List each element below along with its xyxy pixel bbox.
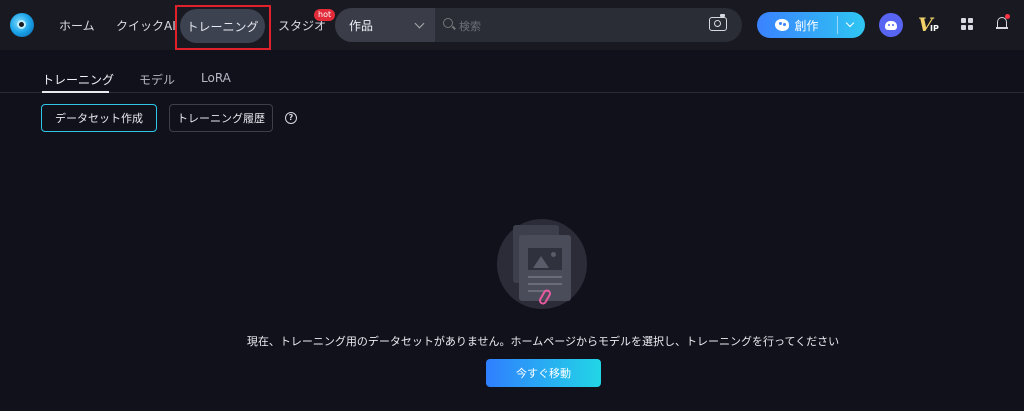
create-dataset-button[interactable]: データセット作成 bbox=[41, 104, 157, 132]
search-input[interactable] bbox=[457, 16, 701, 36]
search-icon bbox=[443, 18, 453, 28]
palette-icon bbox=[775, 19, 790, 31]
search-category-select[interactable]: 作品 bbox=[335, 8, 435, 42]
camera-icon[interactable] bbox=[709, 14, 727, 31]
sub-tabs: トレーニング モデル LoRA bbox=[0, 50, 1024, 93]
empty-state-message: 現在、トレーニング用のデータセットがありません。ホームページからモデルを選択し、… bbox=[246, 335, 840, 348]
tab-lora[interactable]: LoRA bbox=[201, 71, 231, 85]
create-button[interactable]: 創作 bbox=[757, 12, 865, 38]
nav-item-quick-ai[interactable]: クイックAI bbox=[116, 17, 176, 34]
search-category-label: 作品 bbox=[349, 18, 374, 33]
vip-icon[interactable]: V IP bbox=[918, 14, 944, 38]
nav-item-training[interactable]: トレーニング bbox=[180, 9, 265, 43]
help-icon[interactable]: ? bbox=[285, 112, 297, 124]
logo-icon[interactable] bbox=[10, 13, 34, 37]
active-tab-indicator bbox=[42, 91, 109, 93]
chevron-down-icon bbox=[414, 18, 425, 29]
training-history-button[interactable]: トレーニング履歴 bbox=[169, 104, 273, 132]
empty-dataset-icon bbox=[497, 219, 589, 309]
apps-grid-icon[interactable] bbox=[961, 18, 974, 31]
discord-icon[interactable] bbox=[879, 13, 903, 37]
create-divider bbox=[837, 16, 838, 34]
create-button-label: 創作 bbox=[794, 18, 819, 33]
nav-item-home[interactable]: ホーム bbox=[59, 17, 95, 34]
bell-icon[interactable] bbox=[996, 14, 1010, 29]
create-main-button[interactable]: 創作 bbox=[757, 12, 837, 38]
notification-dot bbox=[1005, 14, 1010, 19]
hot-badge: hot bbox=[314, 9, 336, 21]
top-navigation-bar: ホーム クイックAI トレーニング スタジオ hot 作品 創作 VIP bbox=[0, 0, 1024, 50]
tab-training[interactable]: トレーニング bbox=[42, 71, 114, 88]
search-bar: 作品 bbox=[335, 8, 742, 42]
chevron-down-icon[interactable] bbox=[845, 18, 855, 28]
go-now-button[interactable]: 今すぐ移動 bbox=[486, 359, 601, 387]
tab-model[interactable]: モデル bbox=[139, 71, 175, 88]
